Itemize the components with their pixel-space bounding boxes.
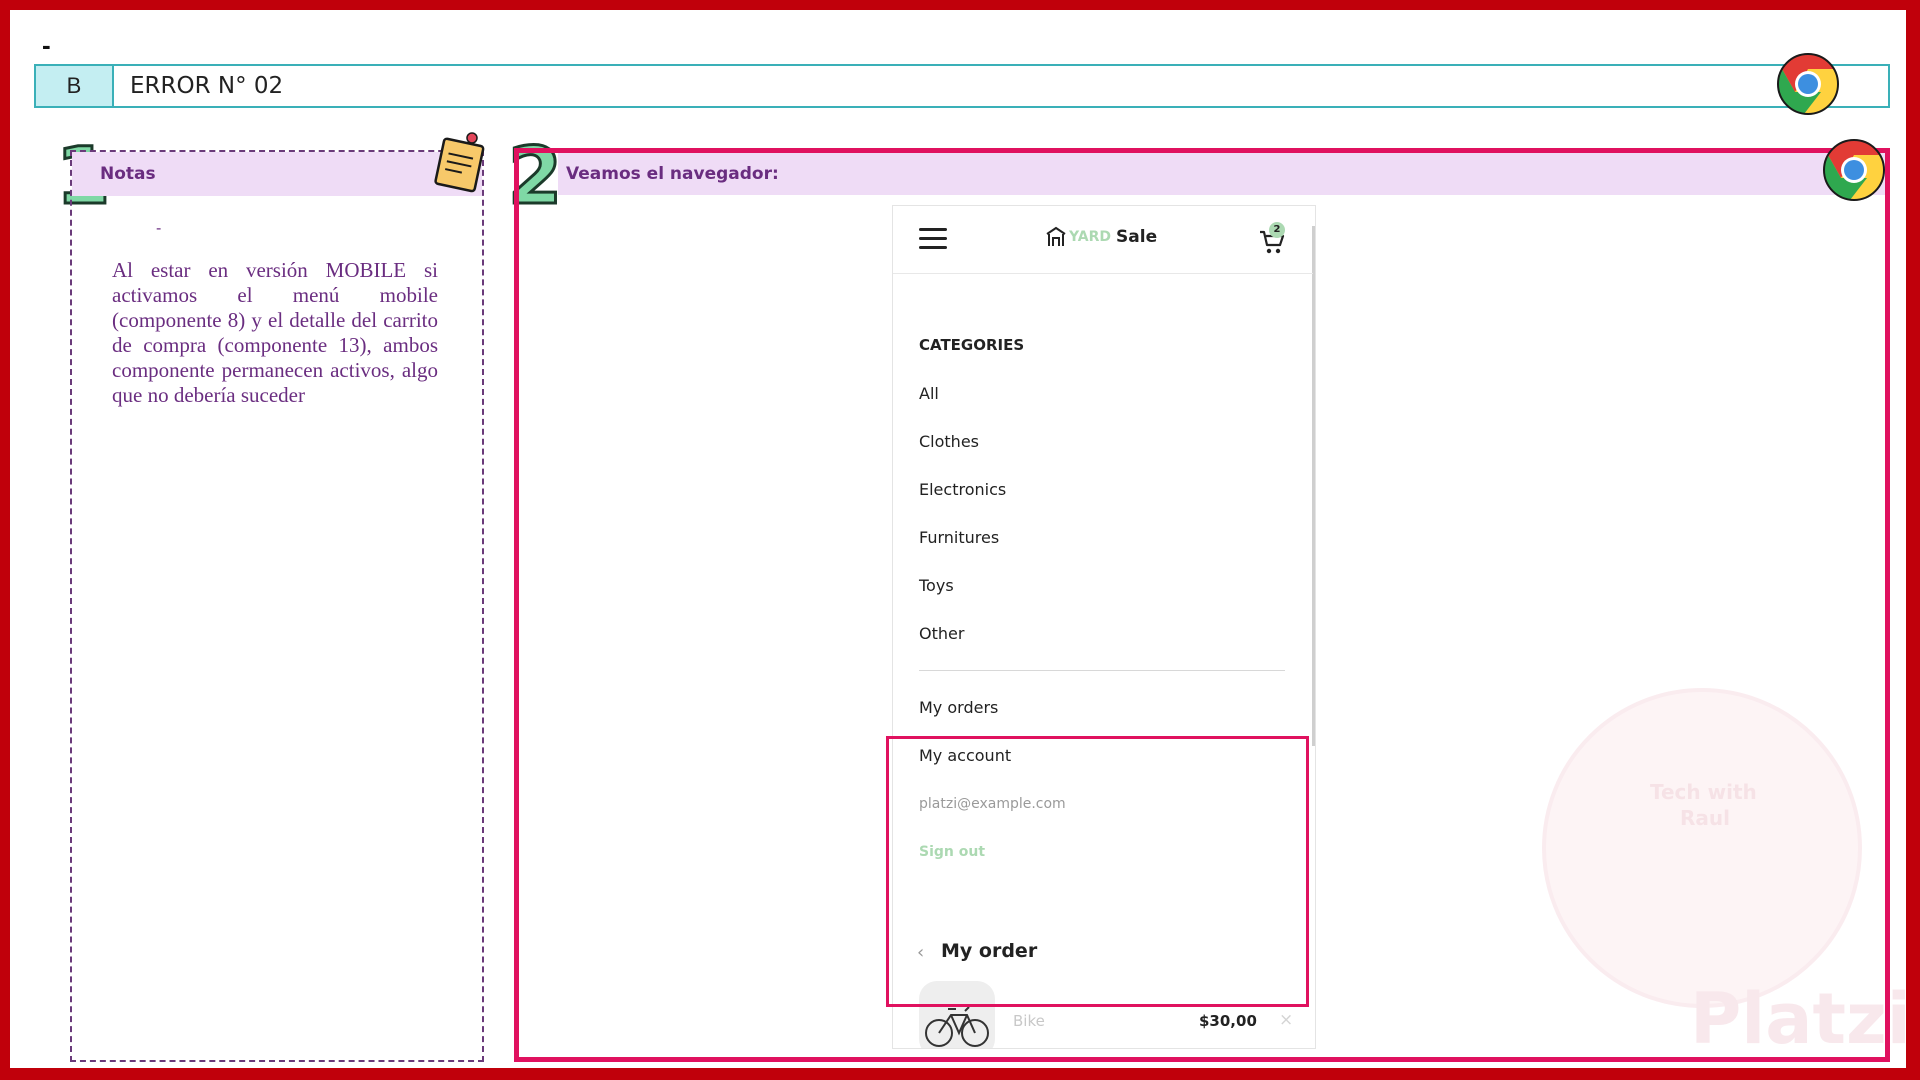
chrome-icon xyxy=(1777,53,1839,115)
product-price: $30,00 xyxy=(1199,1012,1257,1030)
storefront-icon xyxy=(1046,226,1066,246)
remove-item-icon[interactable]: × xyxy=(1279,1010,1293,1030)
scrollbar[interactable] xyxy=(1312,226,1315,746)
notes-body: Al estar en versión MOBILE si activamos … xyxy=(112,258,438,407)
highlight-box xyxy=(886,736,1309,1007)
app-header: YARD Sale 2 xyxy=(893,206,1313,274)
watermark-badge xyxy=(1542,688,1862,1008)
my-orders-link[interactable]: My orders xyxy=(919,698,998,717)
category-link-toys[interactable]: Toys xyxy=(919,576,954,595)
error-title: ERROR N° 02 xyxy=(130,73,284,99)
section-letter: B xyxy=(36,66,114,106)
logo-yard: YARD xyxy=(1069,229,1112,245)
slide: - B ERROR N° 02 1 Notas - Al estar en ve… xyxy=(10,10,1906,1068)
category-link-clothes[interactable]: Clothes xyxy=(919,432,979,451)
notes-dash: - xyxy=(156,220,162,237)
app-logo[interactable]: YARD Sale xyxy=(1045,226,1157,248)
notes-heading: Notas xyxy=(72,152,482,196)
category-link-furnitures[interactable]: Furnitures xyxy=(919,528,999,547)
watermark-brand: Platzi xyxy=(1690,978,1906,1060)
notes-heading-text: Notas xyxy=(100,164,156,184)
category-link-all[interactable]: All xyxy=(919,384,939,403)
logo-sale: Sale xyxy=(1116,227,1158,247)
product-name: Bike xyxy=(1013,1012,1045,1030)
menu-divider xyxy=(919,670,1285,671)
chrome-icon xyxy=(1823,139,1885,201)
category-link-electronics[interactable]: Electronics xyxy=(919,480,1006,499)
error-header-bar: B ERROR N° 02 xyxy=(34,64,1890,108)
top-dash: - xyxy=(42,30,51,60)
browser-heading: Veamos el navegador: xyxy=(558,153,1885,195)
watermark-line1: Tech with xyxy=(1650,780,1757,804)
categories-title: CATEGORIES xyxy=(919,336,1025,354)
browser-heading-text: Veamos el navegador: xyxy=(566,164,779,184)
watermark-line2: Raul xyxy=(1680,806,1730,830)
cart-count-badge: 2 xyxy=(1269,222,1285,238)
category-link-other[interactable]: Other xyxy=(919,624,964,643)
hamburger-menu-icon[interactable] xyxy=(919,228,947,250)
sticky-note-icon xyxy=(434,132,485,193)
